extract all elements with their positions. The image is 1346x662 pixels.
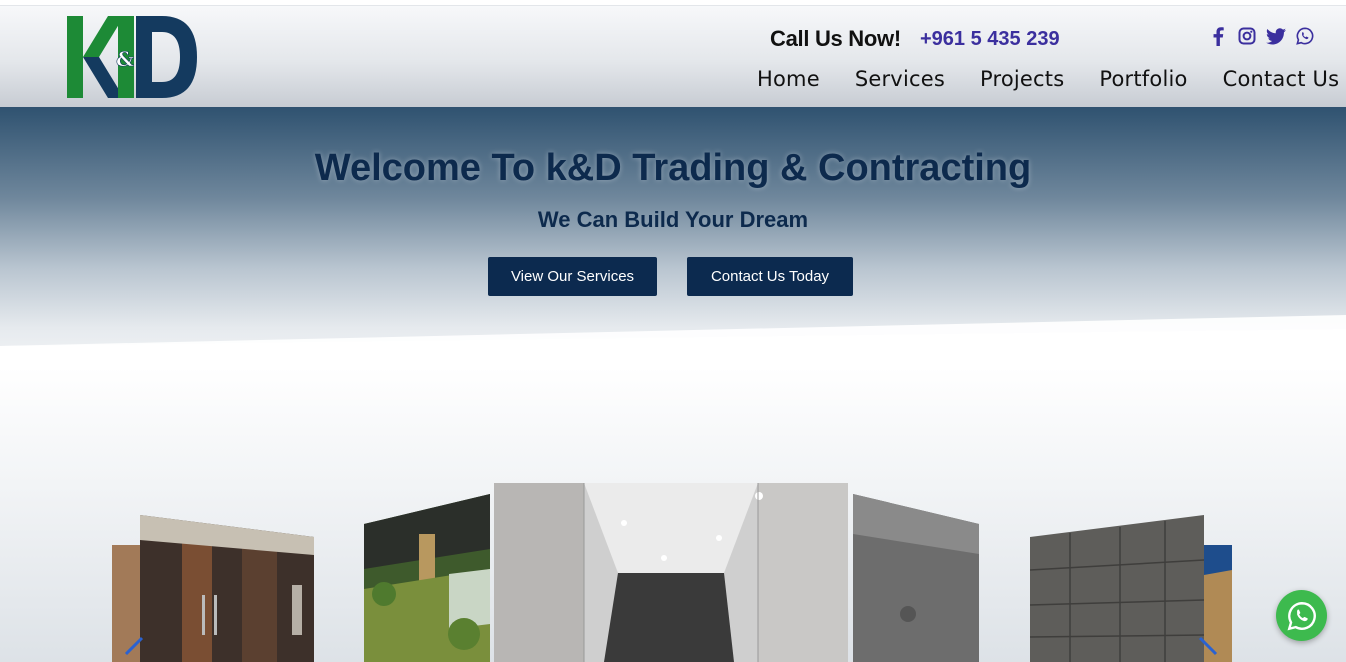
- nav-projects[interactable]: Projects: [980, 67, 1064, 91]
- hero-wave-shape: [0, 315, 1346, 367]
- whatsapp-chat-button[interactable]: [1276, 590, 1327, 641]
- facebook-icon[interactable]: [1208, 26, 1228, 46]
- main-nav: Home Services Projects Portfolio Contact…: [757, 67, 1339, 91]
- company-logo[interactable]: &: [66, 16, 198, 98]
- chevron-left-icon[interactable]: [118, 636, 148, 662]
- slide-panel[interactable]: [853, 494, 979, 662]
- site-header: & Call Us Now! +961 5 435 239 Home Servi…: [0, 6, 1346, 107]
- phone-link[interactable]: +961 5 435 239: [920, 28, 1060, 51]
- whatsapp-icon: [1287, 601, 1316, 630]
- hero-section: Welcome To k&D Trading & Contracting We …: [0, 107, 1346, 367]
- nav-services[interactable]: Services: [855, 67, 945, 91]
- call-label: Call Us Now!: [770, 26, 901, 51]
- slide-pergola[interactable]: [364, 494, 490, 662]
- nav-portfolio[interactable]: Portfolio: [1099, 67, 1187, 91]
- slide-bathroom[interactable]: [494, 483, 848, 662]
- nav-home[interactable]: Home: [757, 67, 820, 91]
- view-services-button[interactable]: View Our Services: [488, 257, 657, 296]
- instagram-icon[interactable]: [1237, 26, 1257, 46]
- social-links: [1208, 26, 1315, 46]
- svg-text:&: &: [116, 47, 134, 71]
- hero-title: Welcome To k&D Trading & Contracting: [314, 147, 1032, 189]
- nav-contact[interactable]: Contact Us: [1223, 67, 1340, 91]
- contact-today-button[interactable]: Contact Us Today: [687, 257, 853, 296]
- hero-subtitle: We Can Build Your Dream: [537, 207, 809, 232]
- chevron-right-icon[interactable]: [1196, 636, 1226, 662]
- whatsapp-icon[interactable]: [1295, 26, 1315, 46]
- twitter-icon[interactable]: [1266, 26, 1286, 46]
